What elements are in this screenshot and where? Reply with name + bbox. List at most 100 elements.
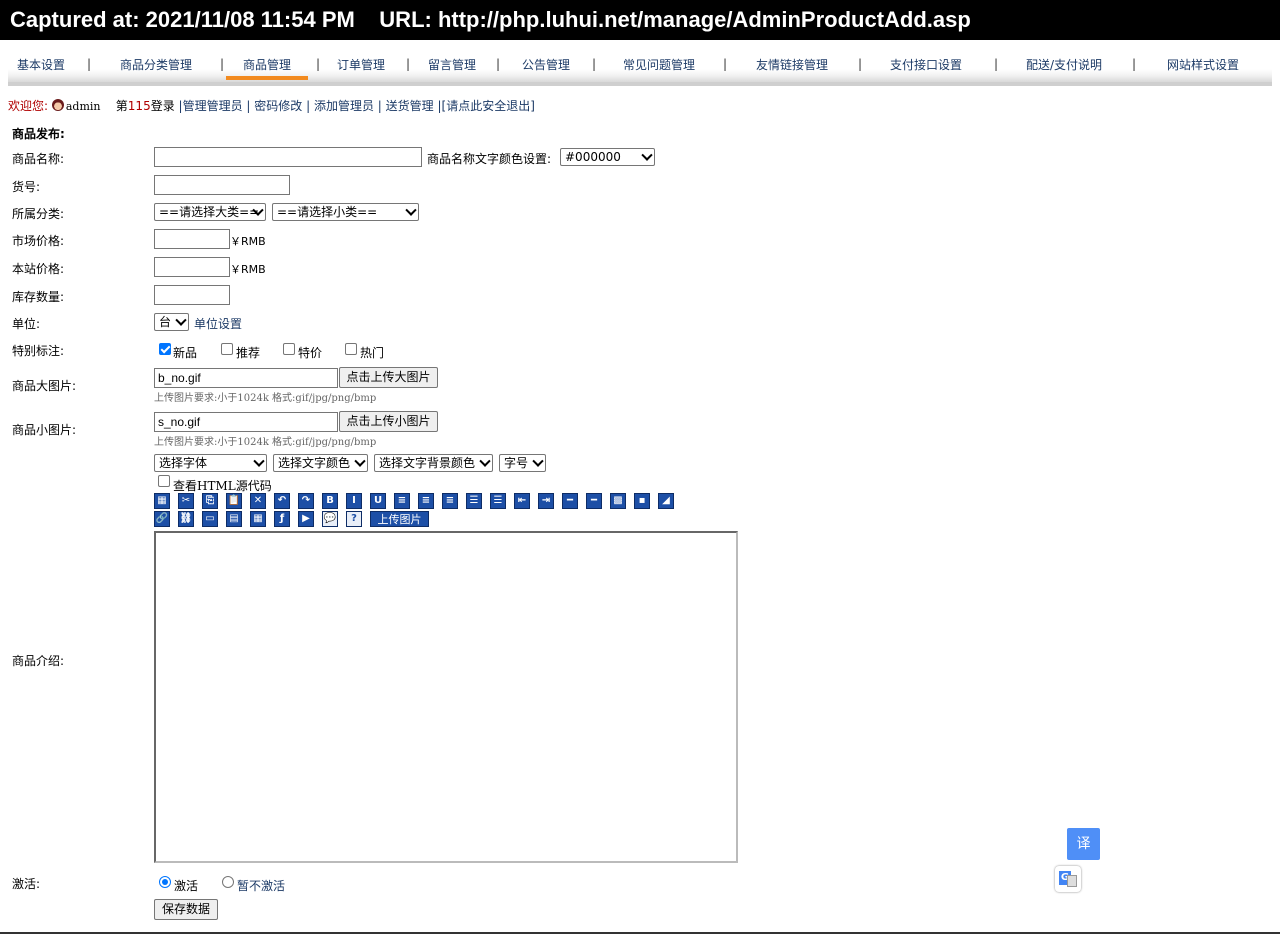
nav-item-4[interactable]: 留言管理	[427, 56, 477, 76]
nav-item-1[interactable]: 商品分类管理	[118, 56, 194, 76]
site-price-label: 本站价格:	[12, 262, 65, 276]
nav-item-10[interactable]: 网站样式设置	[1165, 56, 1241, 76]
text-color-select-value: 选择文字颜色	[278, 456, 351, 470]
nav-item-7[interactable]: 友情链接管理	[754, 56, 830, 76]
align-left-icon[interactable]: ≡	[394, 493, 410, 509]
cut-icon[interactable]: ✂	[178, 493, 194, 509]
login-prefix: 第	[115, 99, 128, 113]
category-small-select[interactable]: ==请选择小类==	[272, 203, 419, 221]
product-name-label: 商品名称:	[12, 152, 65, 166]
flag-recommend-checkbox[interactable]	[221, 343, 233, 355]
logout-link[interactable]: |[请点此安全退出]	[437, 99, 534, 113]
undo-icon[interactable]: ↶	[274, 493, 290, 509]
outdent-icon[interactable]: ⇤	[514, 493, 530, 509]
active-radio[interactable]	[159, 876, 171, 888]
delete-icon[interactable]: ✕	[250, 493, 266, 509]
insert-table-icon[interactable]: ▩	[610, 493, 626, 509]
redo-icon[interactable]: ↷	[298, 493, 314, 509]
marquee-icon[interactable]: ▭	[202, 511, 218, 527]
save-button[interactable]: 保存数据	[154, 899, 218, 920]
chevron-down-icon	[253, 455, 265, 467]
nav-separator: |	[406, 57, 411, 71]
html-source-checkbox[interactable]	[158, 475, 170, 487]
text-color-select[interactable]: 选择文字颜色	[273, 454, 368, 472]
nav-item-9[interactable]: 配送/支付说明	[1024, 56, 1104, 76]
nav-item-0[interactable]: 基本设置	[16, 56, 66, 76]
paste-icon[interactable]: 📋	[226, 493, 242, 509]
small-image-input[interactable]	[154, 412, 338, 432]
stock-input[interactable]	[154, 285, 230, 305]
background-icon[interactable]: ▪	[634, 493, 650, 509]
active-label: 激活:	[12, 877, 41, 891]
unordered-list-icon[interactable]: ☰	[490, 493, 506, 509]
clear-icon[interactable]: ◢	[658, 493, 674, 509]
table-icon[interactable]: ▦	[250, 511, 266, 527]
upload-big-image-button[interactable]: 点击上传大图片	[339, 367, 438, 388]
section-title: 商品发布:	[12, 127, 65, 141]
help-icon[interactable]: ?	[346, 511, 362, 527]
align-center-icon[interactable]: ≡	[418, 493, 434, 509]
content-editor[interactable]	[154, 531, 738, 863]
big-image-hint: 上传图片要求:小于1024k 格式:gif/jpg/png/bmp	[154, 393, 377, 404]
font-select-value: 选择字体	[159, 456, 208, 470]
nav-separator: |	[1132, 57, 1137, 71]
translate-button[interactable]: 译	[1067, 828, 1100, 860]
nav-separator: |	[994, 57, 999, 71]
html-source-label: 查看HTML源代码	[173, 479, 272, 493]
flag-hot-checkbox[interactable]	[345, 343, 357, 355]
sku-input[interactable]	[154, 175, 290, 195]
copy-icon[interactable]: ⎘	[202, 493, 218, 509]
unlink-icon[interactable]: ⛓	[178, 511, 194, 527]
horizontal-rule-icon[interactable]: ━	[562, 493, 578, 509]
main-nav: 基本设置 商品分类管理 商品管理 订单管理 留言管理 公告管理 常见问题管理 友情链接管理 支付…	[8, 50, 1272, 86]
select-all-icon[interactable]: ▦	[154, 493, 170, 509]
category-big-select[interactable]: ==请选择大类==	[154, 203, 266, 221]
italic-icon[interactable]: I	[346, 493, 362, 509]
market-price-input[interactable]	[154, 229, 230, 249]
bg-color-select[interactable]: 选择文字背景颜色	[374, 454, 493, 472]
inactive-radio[interactable]	[222, 876, 234, 888]
add-admin-link[interactable]: | 添加管理员	[306, 99, 374, 113]
flag-special-checkbox[interactable]	[283, 343, 295, 355]
change-password-link[interactable]: | 密码修改	[246, 99, 302, 113]
product-name-input[interactable]	[154, 147, 422, 167]
nav-separator: |	[496, 57, 501, 71]
nav-separator: |	[220, 57, 225, 71]
flag-new-checkbox[interactable]	[159, 343, 171, 355]
nav-item-2[interactable]: 商品管理	[226, 56, 308, 80]
bold-icon[interactable]: B	[322, 493, 338, 509]
nav-item-3[interactable]: 订单管理	[336, 56, 386, 76]
chevron-down-icon	[641, 149, 653, 161]
flash-icon[interactable]: ƒ	[274, 511, 290, 527]
upload-small-image-button[interactable]: 点击上传小图片	[339, 411, 438, 432]
site-price-input[interactable]	[154, 257, 230, 277]
align-right-icon[interactable]: ≡	[442, 493, 458, 509]
google-translate-icon[interactable]: G	[1055, 866, 1081, 892]
media-icon[interactable]: ▶	[298, 511, 314, 527]
big-image-input[interactable]	[154, 368, 338, 388]
chevron-down-icon	[175, 314, 187, 326]
nav-item-8[interactable]: 支付接口设置	[888, 56, 964, 76]
remove-format-icon[interactable]: ━	[586, 493, 602, 509]
manage-admins-link[interactable]: |管理管理员	[179, 99, 243, 113]
nav-separator: |	[592, 57, 597, 71]
admin-username: admin	[65, 100, 101, 113]
ordered-list-icon[interactable]: ☰	[466, 493, 482, 509]
font-size-select[interactable]: 字号	[499, 454, 546, 472]
small-image-label: 商品小图片:	[12, 423, 77, 437]
underline-icon[interactable]: U	[370, 493, 386, 509]
comment-icon[interactable]: 💬	[322, 511, 338, 527]
unit-setting-link[interactable]: 单位设置	[194, 315, 242, 332]
name-color-select[interactable]: #000000	[560, 148, 655, 166]
nav-item-5[interactable]: 公告管理	[521, 56, 571, 76]
font-select[interactable]: 选择字体	[154, 454, 267, 472]
big-image-label: 商品大图片:	[12, 379, 77, 393]
unit-select[interactable]: 台	[154, 313, 189, 331]
upload-image-button[interactable]: 上传图片	[370, 511, 429, 527]
note-icon[interactable]: ▤	[226, 511, 242, 527]
avatar	[51, 99, 64, 111]
link-icon[interactable]: 🔗	[154, 511, 170, 527]
indent-icon[interactable]: ⇥	[538, 493, 554, 509]
nav-item-6[interactable]: 常见问题管理	[621, 56, 697, 76]
delivery-manage-link[interactable]: | 送货管理	[378, 99, 434, 113]
